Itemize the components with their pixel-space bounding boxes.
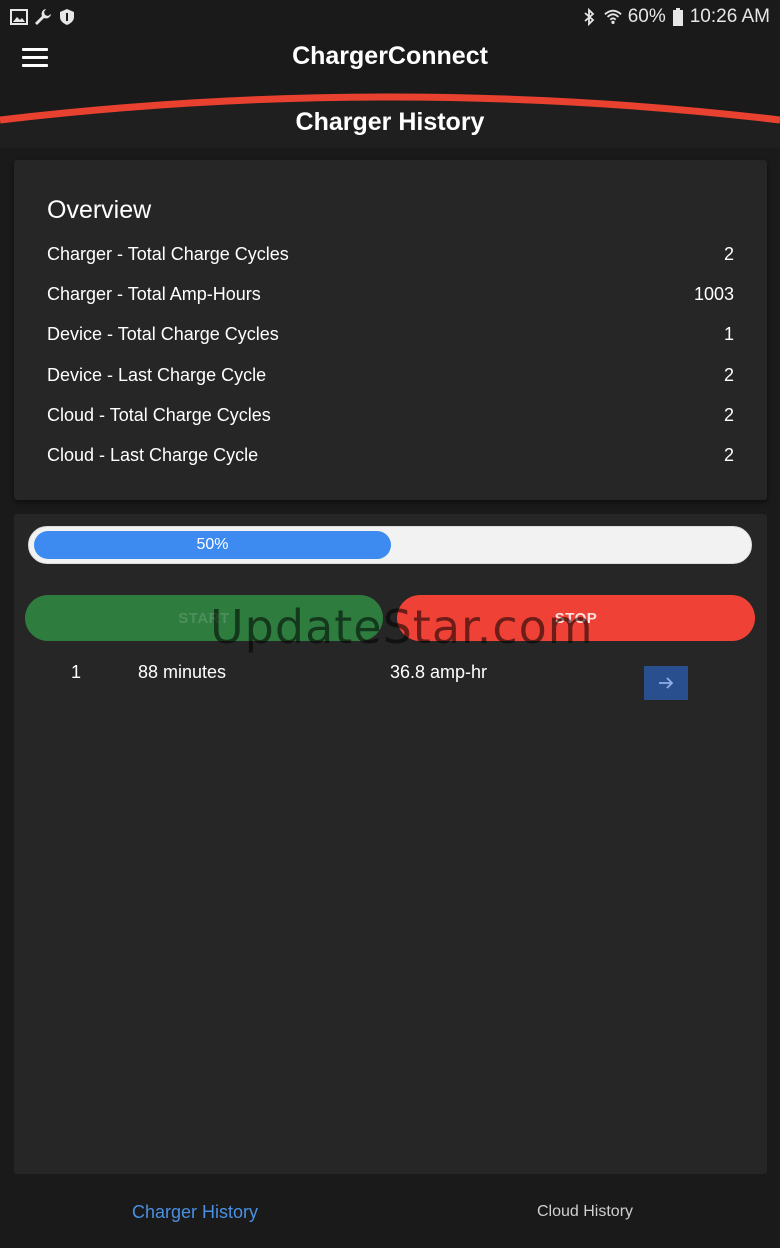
overview-row-charger-cycles: Charger - Total Charge Cycles 2 (47, 239, 734, 269)
overview-label: Device - Total Charge Cycles (47, 323, 279, 344)
status-bar: 60% 10:26 AM (0, 0, 780, 34)
start-button[interactable]: START (25, 595, 383, 641)
app-header: ChargerConnect (0, 34, 780, 84)
battery-percent: 60% (627, 6, 666, 27)
page-title: Charger History (295, 108, 485, 136)
overview-label: Device - Last Charge Cycle (47, 364, 267, 385)
overview-card: Overview Charger - Total Charge Cycles 2… (14, 160, 767, 500)
overview-row-cloud-cycles: Cloud - Total Charge Cycles 2 (47, 400, 734, 430)
battery-icon (672, 8, 684, 26)
overview-value: 1 (723, 323, 734, 344)
overview-row-device-last-cycle: Device - Last Charge Cycle 2 (47, 360, 734, 390)
overview-value: 2 (723, 404, 734, 425)
wifi-icon (603, 8, 622, 26)
overview-label: Charger - Total Charge Cycles (47, 243, 289, 264)
overview-label: Cloud - Total Charge Cycles (47, 404, 271, 425)
overview-row-cloud-last-cycle: Cloud - Last Charge Cycle 2 (47, 440, 734, 470)
clock: 10:26 AM (689, 6, 770, 27)
progress-bar: 50% (28, 526, 752, 564)
progress-label: 50% (196, 536, 229, 553)
status-left (10, 8, 76, 26)
overview-value: 2 (723, 444, 734, 465)
bottom-nav: Charger History Cloud History (0, 1176, 780, 1248)
overview-row-charger-amp-hours: Charger - Total Amp-Hours 1003 (47, 279, 734, 309)
stop-button[interactable]: STOP (397, 595, 755, 641)
history-row: 1 88 minutes 36.8 amp-hr (14, 660, 767, 700)
tab-cloud-history[interactable]: Cloud History (390, 1176, 780, 1248)
overview-row-device-cycles: Device - Total Charge Cycles 1 (47, 319, 734, 349)
page-title-band: Charger History (0, 82, 780, 148)
history-duration: 88 minutes (138, 662, 227, 682)
history-amp-hours: 36.8 amp-hr (390, 662, 488, 682)
status-right: 60% 10:26 AM (580, 6, 770, 28)
app-title: ChargerConnect (292, 42, 488, 70)
progress-fill: 50% (34, 531, 391, 559)
view-details-button[interactable] (644, 666, 688, 700)
arrow-right-icon (659, 677, 674, 689)
wrench-icon (34, 8, 52, 26)
shield-icon (58, 8, 76, 26)
image-icon (10, 8, 28, 26)
overview-label: Cloud - Last Charge Cycle (47, 444, 259, 465)
history-index: 1 (71, 662, 82, 682)
tab-charger-history[interactable]: Charger History (0, 1176, 390, 1248)
overview-label: Charger - Total Amp-Hours (47, 283, 261, 304)
overview-value: 2 (723, 243, 734, 264)
bluetooth-icon (580, 8, 598, 26)
overview-value: 2 (723, 364, 734, 385)
overview-value: 1003 (693, 283, 734, 304)
charge-control-card: 50% START STOP 1 88 minutes 36.8 amp-hr (14, 514, 767, 1174)
overview-title: Overview (47, 196, 152, 224)
